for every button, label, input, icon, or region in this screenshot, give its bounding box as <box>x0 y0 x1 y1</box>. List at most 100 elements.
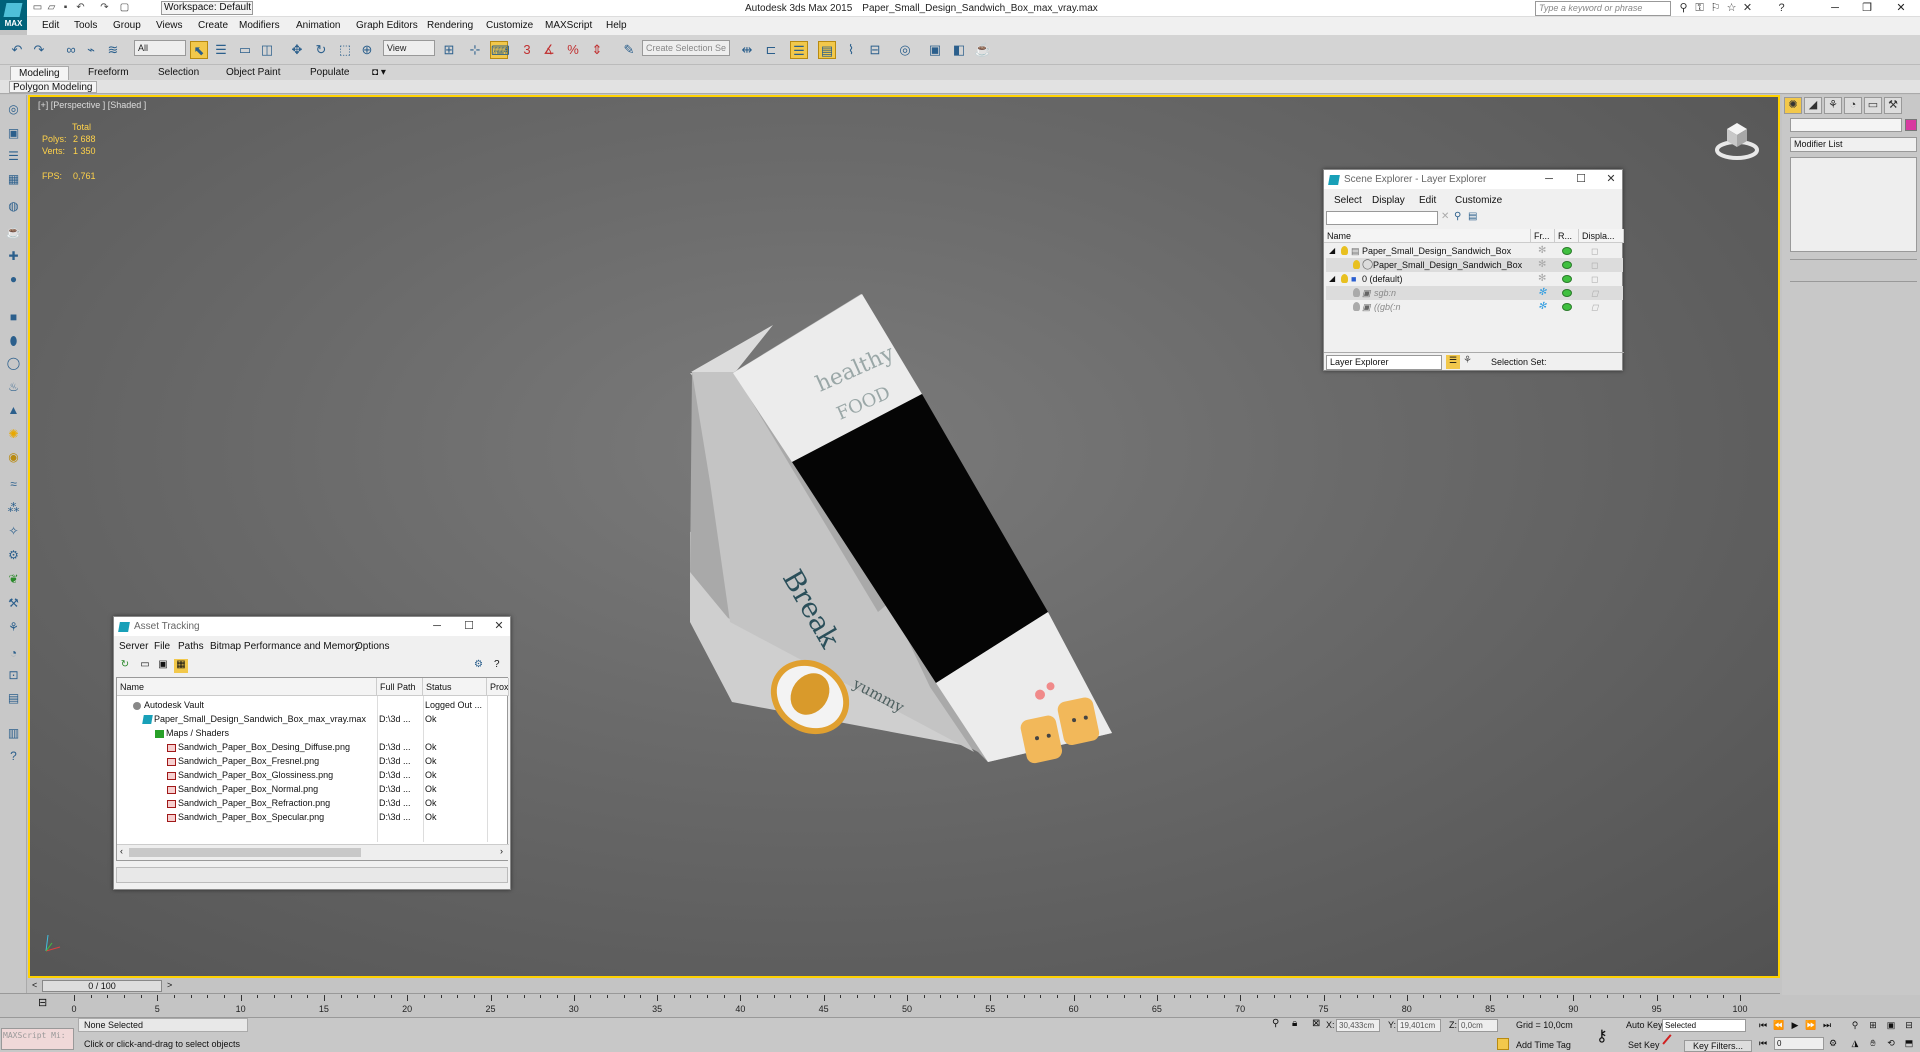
schematic-view-icon[interactable]: ⊟ <box>866 41 884 59</box>
pan-view-icon[interactable]: ✋︎ <box>1866 1036 1880 1050</box>
modify-icon[interactable]: ⚒ <box>5 595 22 612</box>
scale-icon[interactable]: ⬚ <box>336 41 354 59</box>
refresh-icon[interactable]: ↻ <box>118 659 132 673</box>
help-icon[interactable]: ? <box>1775 2 1788 15</box>
menu-maxscript[interactable]: MAXScript <box>545 20 592 31</box>
minimize-button[interactable]: ─ <box>1538 170 1560 189</box>
binoculars-icon[interactable]: ⚲ <box>1677 2 1690 15</box>
menu-paths[interactable]: Paths <box>178 641 204 652</box>
minimize-button[interactable]: ─ <box>426 617 448 636</box>
tab-object-paint[interactable]: Object Paint <box>218 66 288 80</box>
cylinder-icon[interactable]: ⬮ <box>5 333 22 350</box>
helper-icon[interactable]: ✚ <box>5 248 22 265</box>
camera-icon[interactable]: ◍ <box>5 198 22 215</box>
grid-icon[interactable]: ▦ <box>5 171 22 188</box>
named-selection-set-dropdown[interactable]: Create Selection Se <box>642 40 730 56</box>
select-object-icon[interactable]: ⬉ <box>190 41 208 59</box>
tab-freeform[interactable]: Freeform <box>80 66 137 80</box>
zoom-extents-icon[interactable]: ▣ <box>1884 1018 1898 1032</box>
freeze-icon[interactable]: ✻ <box>1538 300 1546 314</box>
menu-graph-editors[interactable]: Graph Editors <box>356 20 418 31</box>
close-button[interactable]: ✕ <box>1886 1 1916 16</box>
menu-help[interactable]: Help <box>606 20 627 31</box>
thumbnail-view-icon[interactable]: ▣ <box>156 659 170 673</box>
help-icon[interactable]: ? <box>5 748 22 765</box>
clear-find-icon[interactable]: ✕ <box>1441 211 1449 222</box>
maxscript-listener[interactable]: MAXScript Mi: <box>1 1028 74 1050</box>
asset-row-bitmap[interactable]: Sandwich_Paper_Box_Glossiness.png D:\3d … <box>120 768 508 782</box>
render-icon[interactable] <box>1562 289 1572 297</box>
undo-icon[interactable]: ↶ <box>8 41 26 59</box>
layer-row[interactable]: ◢ ■ 0 (default) ✻ ◻ <box>1326 272 1623 286</box>
unlink-icon[interactable]: ⌁ <box>82 41 100 59</box>
list-icon[interactable]: ☰ <box>5 148 22 165</box>
column-proxy[interactable]: Prox <box>487 678 509 696</box>
menu-create[interactable]: Create <box>198 20 228 31</box>
particle-icon[interactable]: ⁂ <box>5 500 22 517</box>
display-icon[interactable]: ⊡ <box>5 667 22 684</box>
next-frame-icon[interactable]: ⏩ <box>1804 1018 1818 1032</box>
rotate-icon[interactable]: ↻ <box>312 41 330 59</box>
render-icon[interactable] <box>1562 261 1572 269</box>
display-icon[interactable]: ◻ <box>1591 258 1598 272</box>
spinner-snap-icon[interactable]: ⇕ <box>588 41 606 59</box>
menu-animation[interactable]: Animation <box>296 20 340 31</box>
angle-snap-icon[interactable]: ∡ <box>540 41 558 59</box>
place-icon[interactable]: ⊕ <box>358 41 376 59</box>
auto-key-button[interactable]: Auto Key <box>1626 1020 1663 1030</box>
utilities-tab-icon[interactable]: ⚒ <box>1884 97 1902 114</box>
box-icon[interactable]: ■ <box>5 309 22 326</box>
help-icon[interactable]: ? <box>494 659 500 670</box>
layer-explorer-icon[interactable]: ☰ <box>790 41 808 59</box>
link-icon[interactable]: ∞ <box>62 41 80 59</box>
layer-name[interactable]: 0 (default) <box>1362 272 1403 286</box>
motion-icon[interactable]: ◔ <box>5 645 22 662</box>
ribbon-options-dropdown[interactable]: ◘ ▾ <box>364 66 394 80</box>
motion-tab-icon[interactable]: ◔ <box>1844 97 1862 114</box>
object-row[interactable]: ◯ Paper_Small_Design_Sandwich_Box ✻ ◻ <box>1326 258 1623 272</box>
absolute-mode-icon[interactable]: ⊠ <box>1312 1018 1320 1029</box>
undo-icon[interactable]: ↶ <box>74 2 87 14</box>
rendered-frame-window-icon[interactable]: ◧ <box>950 41 968 59</box>
snaps-toggle-icon[interactable]: 3 <box>518 41 536 59</box>
menu-customize[interactable]: Customize <box>486 20 533 31</box>
scene-explorer-icon[interactable]: ◎ <box>5 101 22 118</box>
menu-modifiers[interactable]: Modifiers <box>239 20 280 31</box>
object-name[interactable]: sgb:n <box>1374 286 1396 300</box>
torus-icon[interactable]: ◯ <box>5 355 22 372</box>
redo-icon[interactable]: ↷ <box>30 41 48 59</box>
menu-rendering[interactable]: Rendering <box>427 20 473 31</box>
restore-button[interactable]: ❐ <box>1852 1 1882 16</box>
display-icon[interactable]: ◻ <box>1591 300 1598 314</box>
track-bar[interactable]: ⊟ 0 5 10 15 20 25 30 35 40 45 50 55 60 65 70 75 80 85 90 95… <box>0 993 1780 1017</box>
teapot-icon[interactable]: ☕ <box>5 224 22 241</box>
isolate-selection-icon[interactable]: ⚲ <box>1272 1018 1279 1029</box>
keyboard-shortcut-override-icon[interactable]: ⌨ <box>490 41 510 59</box>
curve-editor-icon[interactable]: ⌇ <box>842 41 860 59</box>
mirror-icon[interactable]: ⇹ <box>738 41 756 59</box>
play-icon[interactable]: ▶ <box>1788 1018 1802 1032</box>
scroll-right-icon[interactable]: › <box>500 846 503 856</box>
favorites-icon[interactable]: ☆ <box>1725 2 1738 15</box>
open-file-icon[interactable]: ▱ <box>45 2 58 14</box>
horizontal-scrollbar[interactable]: ‹ › <box>117 844 509 860</box>
light-bulb-icon[interactable] <box>1353 260 1360 269</box>
app-logo[interactable]: MAX <box>0 0 27 30</box>
key-mode-toggle-icon[interactable]: ⏮ <box>1756 1036 1770 1050</box>
time-slider-next-icon[interactable]: > <box>167 980 172 990</box>
object-name[interactable]: Paper_Small_Design_Sandwich_Box <box>1373 258 1522 272</box>
sun-icon[interactable]: ◉ <box>5 449 22 466</box>
search-input[interactable]: Type a keyword or phrase <box>1535 1 1671 16</box>
zoom-icon[interactable]: ⚲ <box>1848 1018 1862 1032</box>
maximize-button[interactable]: ☐ <box>458 617 480 636</box>
go-to-end-icon[interactable]: ⏭ <box>1820 1018 1834 1032</box>
project-folder-icon[interactable]: ▢ <box>118 2 131 14</box>
asset-row-bitmap[interactable]: Sandwich_Paper_Box_Normal.png D:\3d ... … <box>120 782 508 796</box>
time-slider-prev-icon[interactable]: < <box>32 980 37 990</box>
previous-frame-icon[interactable]: ⏪ <box>1772 1018 1786 1032</box>
asset-row-bitmap[interactable]: Sandwich_Paper_Box_Fresnel.png D:\3d ...… <box>120 754 508 768</box>
zoom-all-icon[interactable]: ⊞ <box>1866 1018 1880 1032</box>
menu-tools[interactable]: Tools <box>74 20 97 31</box>
window-icon[interactable]: ▣ <box>5 125 22 142</box>
space-warp-icon[interactable]: ✧ <box>5 523 22 540</box>
